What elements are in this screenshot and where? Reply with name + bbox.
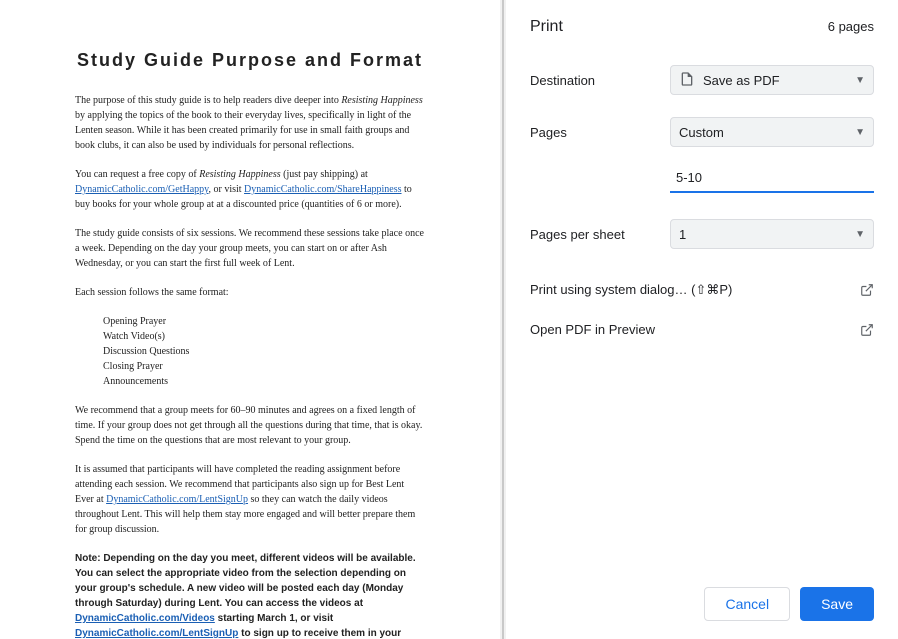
- system-dialog-link[interactable]: Print using system dialog… (⇧⌘P): [530, 270, 874, 310]
- pages-range-input[interactable]: [670, 163, 874, 193]
- chevron-down-icon: ▼: [855, 75, 865, 86]
- doc-paragraph: You can request a free copy of Resisting…: [75, 167, 425, 212]
- system-dialog-label: Print using system dialog… (⇧⌘P): [530, 282, 732, 298]
- list-item: Closing Prayer: [103, 359, 425, 374]
- doc-link: DynamicCatholic.com/LentSignUp: [106, 494, 248, 505]
- list-item: Opening Prayer: [103, 314, 425, 329]
- doc-link: DynamicCatholic.com/Videos: [75, 613, 215, 624]
- pdf-file-icon: [679, 71, 695, 90]
- print-panel: Print 6 pages Destination Save as PDF ▼ …: [506, 0, 898, 639]
- document-page: Study Guide Purpose and Format The purpo…: [10, 0, 490, 639]
- document-title: Study Guide Purpose and Format: [75, 50, 425, 71]
- cancel-button[interactable]: Cancel: [704, 587, 790, 621]
- pages-per-sheet-value: 1: [679, 227, 686, 242]
- open-external-icon: [860, 283, 874, 297]
- doc-paragraph: The study guide consists of six sessions…: [75, 226, 425, 271]
- print-preview-pane: Study Guide Purpose and Format The purpo…: [0, 0, 500, 639]
- pages-select[interactable]: Custom ▼: [670, 117, 874, 147]
- doc-paragraph: We recommend that a group meets for 60–9…: [75, 403, 425, 448]
- chevron-down-icon: ▼: [855, 229, 865, 240]
- doc-link: DynamicCatholic.com/GetHappy: [75, 184, 208, 195]
- panel-title: Print: [530, 18, 563, 36]
- list-item: Watch Video(s): [103, 329, 425, 344]
- open-pdf-link[interactable]: Open PDF in Preview: [530, 310, 874, 349]
- doc-paragraph: It is assumed that participants will hav…: [75, 462, 425, 537]
- doc-note: Note: Depending on the day you meet, dif…: [75, 551, 425, 639]
- list-item: Discussion Questions: [103, 344, 425, 359]
- open-external-icon: [860, 323, 874, 337]
- page-count: 6 pages: [828, 19, 874, 34]
- open-pdf-label: Open PDF in Preview: [530, 322, 655, 337]
- save-button[interactable]: Save: [800, 587, 874, 621]
- chevron-down-icon: ▼: [855, 127, 865, 138]
- destination-label: Destination: [530, 73, 670, 88]
- pane-divider[interactable]: [500, 0, 506, 639]
- pages-value: Custom: [679, 125, 724, 140]
- doc-link: DynamicCatholic.com/ShareHappiness: [244, 184, 401, 195]
- list-item: Announcements: [103, 374, 425, 389]
- doc-paragraph: The purpose of this study guide is to he…: [75, 93, 425, 153]
- pages-label: Pages: [530, 125, 670, 140]
- pages-per-sheet-label: Pages per sheet: [530, 227, 670, 242]
- doc-paragraph: Each session follows the same format:: [75, 285, 425, 300]
- pages-per-sheet-select[interactable]: 1 ▼: [670, 219, 874, 249]
- panel-footer: Cancel Save: [506, 573, 898, 639]
- doc-link: DynamicCatholic.com/LentSignUp: [75, 628, 238, 639]
- destination-select[interactable]: Save as PDF ▼: [670, 65, 874, 95]
- destination-value: Save as PDF: [703, 73, 780, 88]
- doc-list: Opening Prayer Watch Video(s) Discussion…: [103, 314, 425, 389]
